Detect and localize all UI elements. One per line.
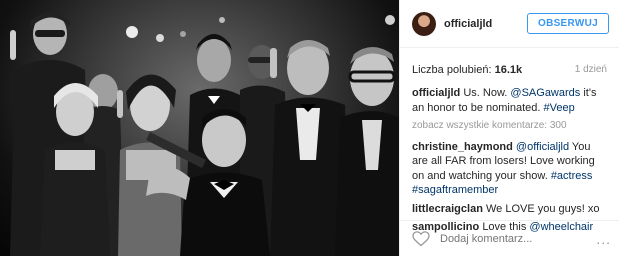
- comment-item: christine_haymond @officialjld You are a…: [412, 140, 607, 198]
- hashtag-sagaftramember[interactable]: #sagaftramember: [412, 184, 498, 196]
- post-photo-image: [10, 12, 399, 256]
- post-timestamp[interactable]: 1 dzień: [575, 64, 607, 76]
- likes-summary[interactable]: Liczba polubień: 16.1k: [412, 64, 522, 76]
- mention-officialjld[interactable]: @officialjld: [516, 141, 569, 153]
- avatar[interactable]: [412, 11, 436, 36]
- add-comment-input[interactable]: [440, 232, 597, 245]
- instagram-post: officialjld OBSERWUJ Liczba polubień: 16…: [0, 0, 619, 256]
- hashtag-actress[interactable]: #actress: [551, 170, 593, 182]
- caption-username[interactable]: officialjld: [412, 87, 460, 99]
- heart-icon[interactable]: [412, 230, 430, 247]
- comment-item: littlecraigclan We LOVE you guys! xo: [412, 202, 607, 217]
- hashtag-veep[interactable]: #Veep: [543, 102, 574, 114]
- username-link[interactable]: officialjld: [444, 18, 527, 30]
- comments-list: officialjld Us. Now. @SAGawards it's an …: [400, 84, 619, 236]
- post-stats: Liczba polubień: 16.1k 1 dzień: [400, 48, 619, 84]
- likes-label: Liczba polubień:: [412, 64, 492, 76]
- comment-bar: ...: [400, 220, 619, 256]
- follow-button[interactable]: OBSERWUJ: [526, 13, 609, 34]
- likes-count: 16.1k: [494, 64, 523, 76]
- comment-username[interactable]: littlecraigclan: [412, 203, 483, 215]
- caption: officialjld Us. Now. @SAGawards it's an …: [412, 86, 607, 115]
- post-sidebar: officialjld OBSERWUJ Liczba polubień: 16…: [399, 0, 619, 256]
- mention-sagawards[interactable]: @SAGawards: [510, 87, 580, 99]
- view-all-comments-link[interactable]: zobacz wszystkie komentarze: 300: [412, 119, 607, 134]
- comment-text: We LOVE you guys! xo: [485, 202, 600, 215]
- comment-username[interactable]: christine_haymond: [412, 141, 513, 153]
- more-options-icon[interactable]: ...: [596, 231, 611, 247]
- post-photo[interactable]: [0, 0, 399, 256]
- post-header: officialjld OBSERWUJ: [400, 0, 619, 48]
- caption-text-1: Us. Now.: [463, 87, 511, 99]
